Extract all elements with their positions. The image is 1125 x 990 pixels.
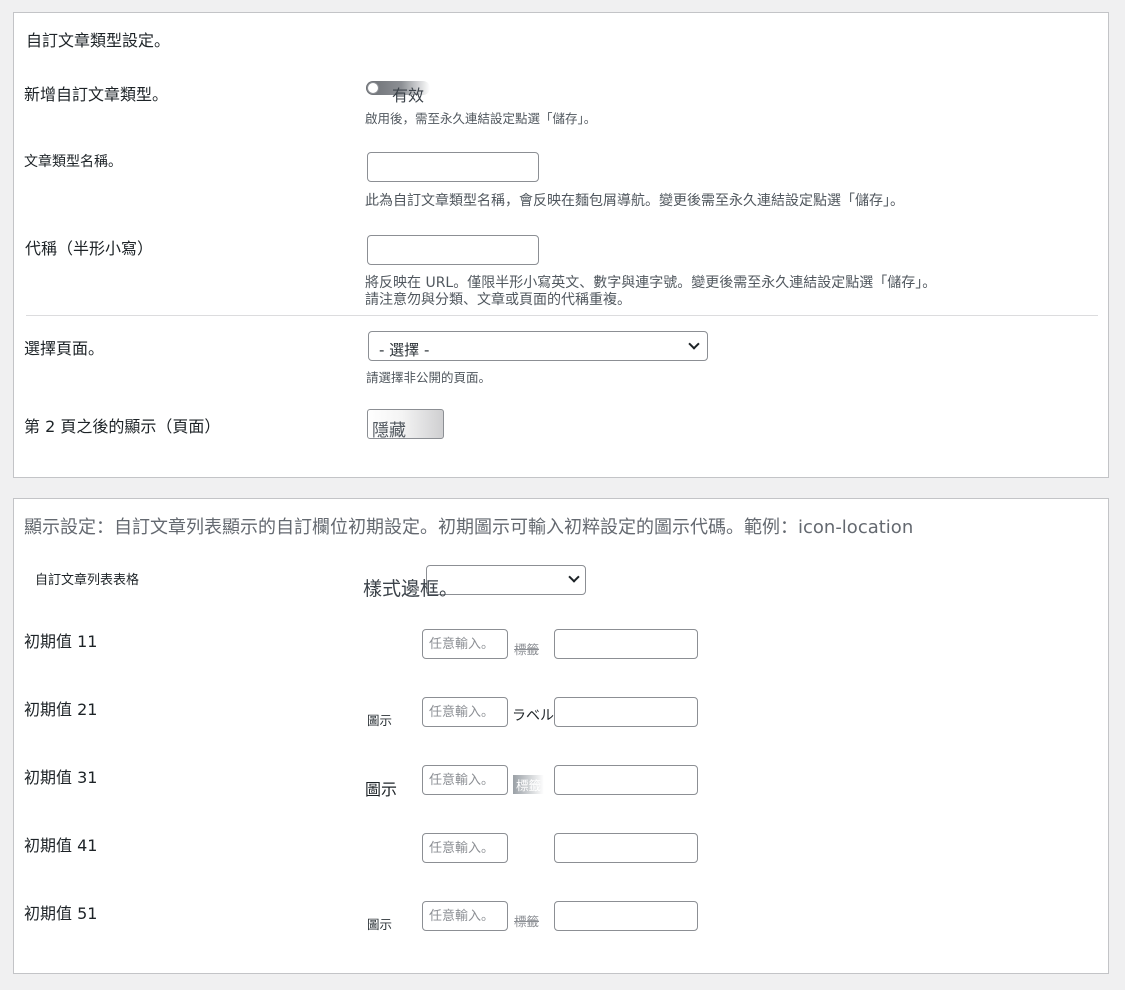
slug-warning: 請注意勿與分類、文章或頁面的代稱重複。 bbox=[365, 292, 631, 308]
icon-input[interactable] bbox=[422, 697, 508, 727]
icon-input[interactable] bbox=[422, 765, 508, 795]
display-settings-panel: 顯示設定：自訂文章列表顯示的自訂欄位初期設定。初期圖示可輸入初粹設定的圖示代碼。… bbox=[13, 498, 1109, 974]
field-input[interactable] bbox=[554, 697, 698, 727]
icon-input[interactable] bbox=[422, 629, 508, 659]
post-type-name-input[interactable] bbox=[367, 152, 539, 182]
slug-input[interactable] bbox=[367, 235, 539, 265]
row-label: 初期值 21 bbox=[24, 700, 98, 719]
hide-button[interactable]: 隱藏 bbox=[367, 409, 444, 441]
list-table-label: 自訂文章列表表格 bbox=[35, 573, 140, 588]
field-input[interactable] bbox=[554, 901, 698, 931]
field-input[interactable] bbox=[554, 833, 698, 863]
post-type-name-label: 文章類型名稱。 bbox=[24, 154, 122, 170]
field-label: 標籤 bbox=[513, 775, 545, 794]
enable-toggle[interactable]: 有效 bbox=[366, 79, 436, 105]
post-type-settings-panel: 自訂文章類型設定。 新增自訂文章類型。 有效 啟用後，需至永久連結設定點選「儲存… bbox=[13, 12, 1109, 478]
icon-label: 圖示 bbox=[365, 780, 398, 799]
chevron-down-icon bbox=[688, 338, 700, 350]
page-select-value: - 選擇 - bbox=[379, 341, 430, 359]
field-input[interactable] bbox=[554, 765, 698, 795]
field-input[interactable] bbox=[554, 629, 698, 659]
slug-label: 代稱（半形小寫） bbox=[25, 239, 154, 258]
toggle-knob bbox=[367, 82, 379, 94]
display-settings-title: 顯示設定：自訂文章列表顯示的自訂欄位初期設定。初期圖示可輸入初粹設定的圖示代碼。… bbox=[24, 517, 914, 538]
row-label: 初期值 41 bbox=[24, 836, 98, 855]
field-label: 標籤 bbox=[514, 914, 540, 929]
row-label: 初期值 51 bbox=[24, 904, 98, 923]
divider bbox=[26, 315, 1098, 316]
icon-label: 圖示 bbox=[367, 713, 393, 728]
add-post-type-description: 啟用後，需至永久連結設定點選「儲存」。 bbox=[365, 111, 597, 126]
icon-label: 圖示 bbox=[367, 917, 393, 932]
page2-display-label: 第 2 頁之後的顯示（頁面） bbox=[24, 417, 221, 436]
row-label: 初期值 31 bbox=[24, 768, 98, 787]
chevron-down-icon bbox=[568, 571, 580, 583]
section-title: 自訂文章類型設定。 bbox=[26, 31, 171, 50]
post-type-name-description: 此為自訂文章類型名稱，會反映在麵包屑導航。變更後需至永久連結設定點選「儲存」。 bbox=[365, 193, 904, 209]
field-label: ラベル bbox=[512, 708, 554, 724]
select-page-label: 選擇頁面。 bbox=[24, 339, 105, 358]
toggle-label: 有效 bbox=[392, 86, 425, 105]
row-label: 初期值 11 bbox=[24, 632, 98, 651]
hide-button-label: 隱藏 bbox=[372, 421, 406, 441]
style-border-label: 樣式邊框。 bbox=[363, 578, 459, 600]
add-post-type-label: 新增自訂文章類型。 bbox=[24, 85, 169, 104]
icon-input[interactable] bbox=[422, 901, 508, 931]
icon-input[interactable] bbox=[422, 833, 508, 863]
field-label: 標籤 bbox=[514, 642, 540, 657]
select-page-description: 請選擇非公開的頁面。 bbox=[366, 370, 492, 385]
page-select[interactable]: - 選擇 - bbox=[368, 331, 708, 361]
